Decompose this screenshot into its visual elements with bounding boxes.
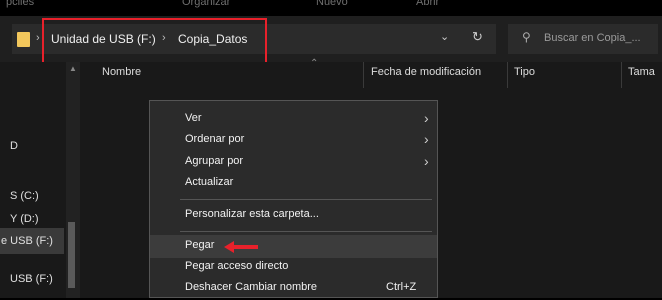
menu-item-label: Ordenar por	[185, 133, 245, 145]
menu-item-actualizar[interactable]: Actualizar	[150, 172, 437, 195]
ribbon-item[interactable]: pciles	[6, 0, 34, 8]
breadcrumb-separator[interactable]: ›	[36, 32, 40, 44]
menu-item-pegar-acceso-directo[interactable]: Pegar acceso directo	[150, 256, 437, 279]
folder-icon	[17, 32, 30, 47]
submenu-chevron-icon: ›	[424, 153, 429, 169]
menu-item-pegar[interactable]: Pegar	[150, 235, 437, 258]
menu-item-label: Personalizar esta carpeta...	[185, 208, 319, 220]
navigation-pane: ▲ D S (C:) Y (D:) e USB (F:) USB (F:)	[0, 62, 80, 298]
column-divider[interactable]	[507, 62, 508, 88]
menu-item-label: Deshacer Cambiar nombre	[185, 281, 318, 293]
sidebar-item-d[interactable]: Y (D:)	[10, 213, 39, 225]
path-highlight-box	[42, 18, 267, 66]
submenu-chevron-icon: ›	[424, 131, 429, 147]
refresh-icon[interactable]: ↻	[472, 29, 483, 45]
menu-item-label: Pegar acceso directo	[185, 260, 289, 272]
ribbon: pciles Organizar Nuevo Abrir	[0, 0, 662, 16]
search-input[interactable]	[544, 29, 654, 47]
sidebar-item-c[interactable]: S (C:)	[10, 190, 39, 202]
column-header-tipo[interactable]: Tipo	[514, 66, 535, 78]
menu-item-personalizar-carpeta[interactable]: Personalizar esta carpeta...	[150, 204, 437, 227]
menu-item-deshacer[interactable]: Deshacer Cambiar nombre Ctrl+Z	[150, 277, 437, 300]
menu-separator	[180, 231, 432, 232]
submenu-chevron-icon: ›	[424, 110, 429, 126]
chevron-down-icon[interactable]: ⌄	[440, 30, 449, 43]
sidebar-scroll-thumb[interactable]	[68, 222, 75, 288]
menu-item-shortcut: Ctrl+Z	[386, 281, 417, 293]
scroll-up-icon[interactable]: ▲	[69, 64, 77, 73]
column-header-fecha[interactable]: Fecha de modificación	[371, 66, 481, 78]
column-divider[interactable]	[363, 62, 364, 88]
search-icon: ⚲	[522, 30, 531, 44]
menu-item-label: Ver	[185, 112, 202, 124]
sort-chevron-icon: ⌃	[310, 58, 319, 69]
column-header-tamano[interactable]: Tama	[628, 66, 655, 78]
red-arrow-icon	[224, 241, 258, 253]
sidebar-item-label: e USB (F:)	[1, 235, 53, 247]
sidebar-item[interactable]: D	[10, 140, 18, 152]
sidebar-item-usb[interactable]: USB (F:)	[10, 273, 53, 285]
context-menu: Ver › Ordenar por › Agrupar por › Actual…	[149, 100, 438, 298]
menu-item-ver[interactable]: Ver ›	[150, 108, 437, 131]
ribbon-item-organizar[interactable]: Organizar	[182, 0, 230, 8]
menu-item-agrupar-por[interactable]: Agrupar por ›	[150, 151, 437, 174]
menu-item-ordenar-por[interactable]: Ordenar por ›	[150, 129, 437, 152]
menu-item-label: Actualizar	[185, 176, 234, 188]
column-divider[interactable]	[621, 62, 622, 88]
sidebar-item-usb-selected[interactable]: e USB (F:)	[0, 228, 64, 254]
ribbon-item-nuevo[interactable]: Nuevo	[316, 0, 348, 8]
menu-separator	[180, 199, 432, 200]
ribbon-item-abrir[interactable]: Abrir	[416, 0, 439, 8]
search-box[interactable]: ⚲	[508, 24, 658, 54]
menu-item-label: Agrupar por	[185, 155, 244, 167]
column-header-nombre[interactable]: Nombre	[102, 66, 141, 78]
menu-item-label: Pegar	[185, 239, 215, 251]
